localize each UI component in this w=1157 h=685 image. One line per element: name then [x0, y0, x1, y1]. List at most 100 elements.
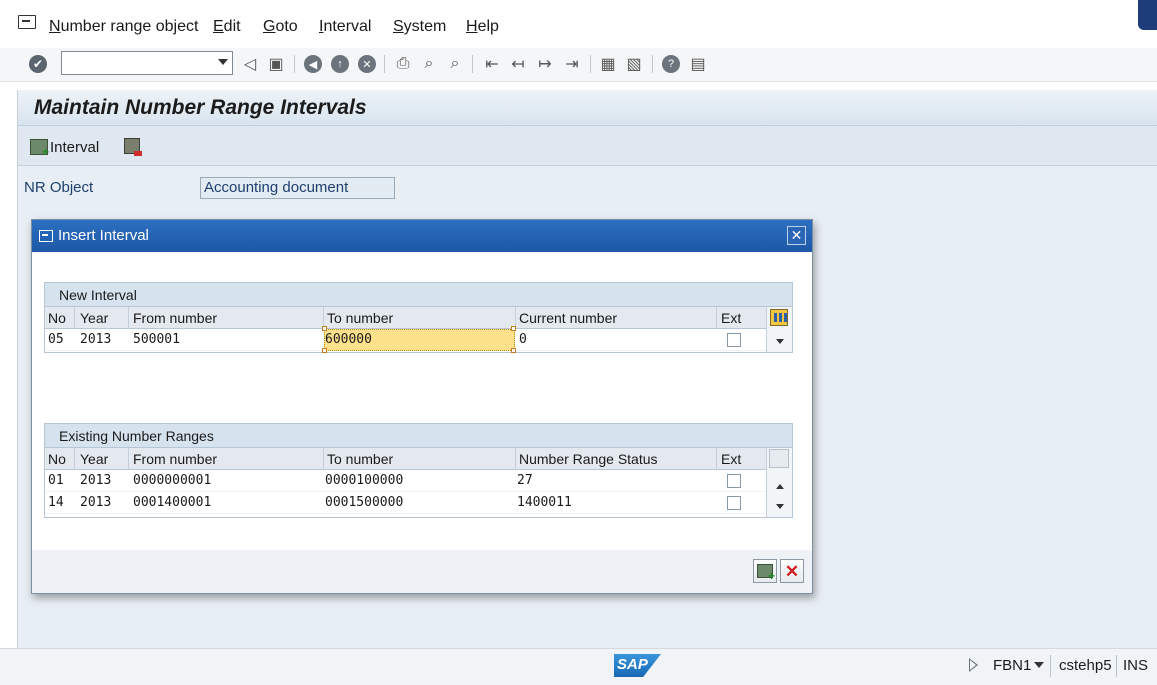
nr-object-label: NR Object: [24, 179, 94, 196]
cell-year: 2013: [80, 495, 112, 510]
cell-no[interactable]: 05: [48, 332, 64, 347]
column-header-ext[interactable]: Ext: [721, 451, 741, 467]
system-menu-icon[interactable]: [18, 15, 36, 29]
menu-label: dit: [223, 18, 241, 35]
find-icon[interactable]: ⌕: [419, 54, 439, 74]
column-separator: [323, 448, 324, 470]
column-separator: [128, 307, 129, 329]
column-header-current[interactable]: Current number: [519, 310, 617, 326]
delete-interval-icon[interactable]: [124, 138, 142, 156]
table-header: No Year From number To number Number Ran…: [45, 448, 792, 470]
table-scrollbar[interactable]: [766, 448, 792, 517]
menu-interval[interactable]: Interval: [319, 18, 371, 36]
ext-checkbox[interactable]: [727, 496, 741, 510]
menu-accelerator: S: [393, 18, 404, 35]
insert-row-icon: [757, 564, 775, 583]
cancel-button[interactable]: ✕: [780, 559, 804, 583]
find-next-icon[interactable]: ⌕: [445, 54, 465, 74]
column-header-from[interactable]: From number: [133, 310, 217, 326]
save-icon[interactable]: ▣: [266, 54, 286, 74]
dialog-title: Insert Interval: [58, 227, 149, 244]
back-round-icon[interactable]: ◀: [303, 54, 323, 74]
menu-goto[interactable]: Goto: [263, 18, 298, 36]
column-header-no[interactable]: No: [48, 310, 66, 326]
exit-round-icon[interactable]: ↑: [330, 54, 350, 74]
close-button[interactable]: ✕: [787, 226, 806, 245]
menu-help[interactable]: Help: [466, 18, 499, 36]
dialog-footer: ✕: [32, 550, 812, 593]
layout-icon[interactable]: ▤: [688, 54, 708, 74]
menu-accelerator: N: [49, 18, 61, 35]
first-page-icon[interactable]: ⇤: [482, 54, 502, 74]
to-number-input[interactable]: 600000: [324, 329, 515, 351]
cell-year[interactable]: 2013: [80, 332, 111, 347]
column-settings-icon[interactable]: [770, 309, 788, 326]
menu-edit[interactable]: Edit: [213, 18, 241, 36]
cell-status: 1400011: [517, 495, 572, 510]
shortcut-icon[interactable]: ▧: [624, 54, 644, 74]
application-toolbar: Interval: [18, 126, 1157, 166]
toolbar-separator: [472, 55, 473, 73]
ext-checkbox[interactable]: [727, 333, 741, 347]
column-header-year[interactable]: Year: [80, 310, 108, 326]
menu-number-range-object[interactable]: Number range object: [49, 18, 198, 36]
chevron-down-icon[interactable]: [776, 339, 784, 344]
chevron-down-icon[interactable]: [1034, 662, 1044, 668]
menu-label: ystem: [403, 18, 447, 35]
column-separator: [74, 307, 75, 329]
page-title: Maintain Number Range Intervals: [34, 96, 367, 119]
column-header-status[interactable]: Number Range Status: [519, 451, 658, 467]
insert-button[interactable]: [753, 559, 777, 583]
new-interval-table: New Interval No Year From number To numb…: [44, 282, 793, 353]
print-icon[interactable]: ⎙: [393, 54, 413, 74]
column-header-year[interactable]: Year: [80, 451, 108, 467]
resize-handle: [322, 348, 327, 353]
status-toggle-icon[interactable]: [969, 658, 978, 672]
cell-no: 14: [48, 495, 64, 510]
ext-checkbox[interactable]: [727, 474, 741, 488]
add-interval-button[interactable]: Interval: [30, 136, 100, 159]
last-page-icon[interactable]: ⇥: [562, 54, 582, 74]
chevron-down-icon[interactable]: [776, 504, 784, 509]
cancel-round-icon[interactable]: ✕: [357, 54, 377, 74]
column-header-ext[interactable]: Ext: [721, 310, 741, 326]
command-field[interactable]: [61, 51, 233, 75]
column-header-to[interactable]: To number: [327, 310, 393, 326]
column-header-from[interactable]: From number: [133, 451, 217, 467]
toolbar-separator: [652, 55, 653, 73]
cell-to: 0000100000: [325, 473, 404, 488]
help-icon[interactable]: ?: [661, 54, 681, 74]
chevron-up-icon[interactable]: [776, 484, 784, 489]
chevron-down-icon[interactable]: [218, 59, 228, 65]
back-icon[interactable]: ◁: [240, 54, 260, 74]
table-row: 05 2013 500001 600000 0: [45, 326, 792, 353]
cell-from[interactable]: 500001: [133, 332, 180, 347]
menu-accelerator: G: [263, 18, 276, 35]
sap-logo: SAP: [614, 654, 661, 677]
table-caption: New Interval: [45, 283, 792, 307]
column-settings-icon[interactable]: [769, 449, 789, 468]
add-interval-label: Interval: [50, 138, 100, 156]
column-header-to[interactable]: To number: [327, 451, 393, 467]
menu-system[interactable]: System: [393, 18, 446, 36]
menu-accelerator: E: [213, 18, 224, 35]
cell-current[interactable]: 0: [519, 332, 527, 347]
cell-from: 0000000001: [133, 473, 212, 488]
table-caption: Existing Number Ranges: [45, 424, 792, 448]
status-bar: SAP FBN1 cstehp5 INS: [0, 648, 1157, 685]
create-session-icon[interactable]: ▦: [598, 54, 618, 74]
toolbar-separator: [384, 55, 385, 73]
next-page-icon[interactable]: ↦: [535, 54, 555, 74]
menu-label: umber range object: [60, 18, 199, 35]
insert-mode[interactable]: INS: [1123, 657, 1148, 674]
menu-label: nterval: [323, 18, 372, 35]
column-separator: [716, 448, 717, 470]
column-header-no[interactable]: No: [48, 451, 66, 467]
enter-icon[interactable]: ✔: [28, 54, 48, 74]
table-row: 14 2013 0001400001 0001500000 1400011: [45, 492, 792, 514]
transaction-code[interactable]: FBN1: [993, 657, 1031, 674]
previous-page-icon[interactable]: ↤: [508, 54, 528, 74]
cell-no: 01: [48, 473, 64, 488]
resize-handle: [511, 348, 516, 353]
existing-ranges-table: Existing Number Ranges No Year From numb…: [44, 423, 793, 518]
